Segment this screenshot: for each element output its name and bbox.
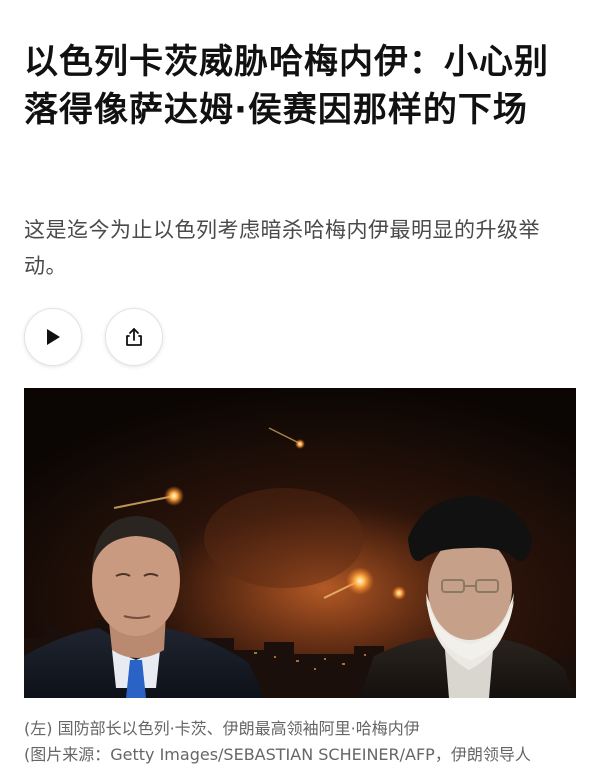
play-audio-button[interactable] (24, 308, 82, 366)
photo-credit: (图片来源：Getty Images/SEBASTIAN SCHEINER/AF… (24, 745, 531, 764)
play-icon (47, 329, 60, 345)
article-headline: 以色列卡茨威胁哈梅内伊：小心别落得像萨达姆·侯赛因那样的下场 (24, 42, 549, 130)
share-button[interactable] (105, 308, 163, 366)
share-icon (126, 328, 142, 346)
photo-caption: (左) 国防部长以色列·卡茨、伊朗最高领袖阿里·哈梅内伊 (24, 719, 420, 738)
photo-illustration (24, 388, 576, 698)
article-summary: 这是迄今为止以色列考虑暗杀哈梅内伊最明显的升级举动。 (24, 218, 540, 278)
article-photo[interactable] (24, 388, 576, 698)
